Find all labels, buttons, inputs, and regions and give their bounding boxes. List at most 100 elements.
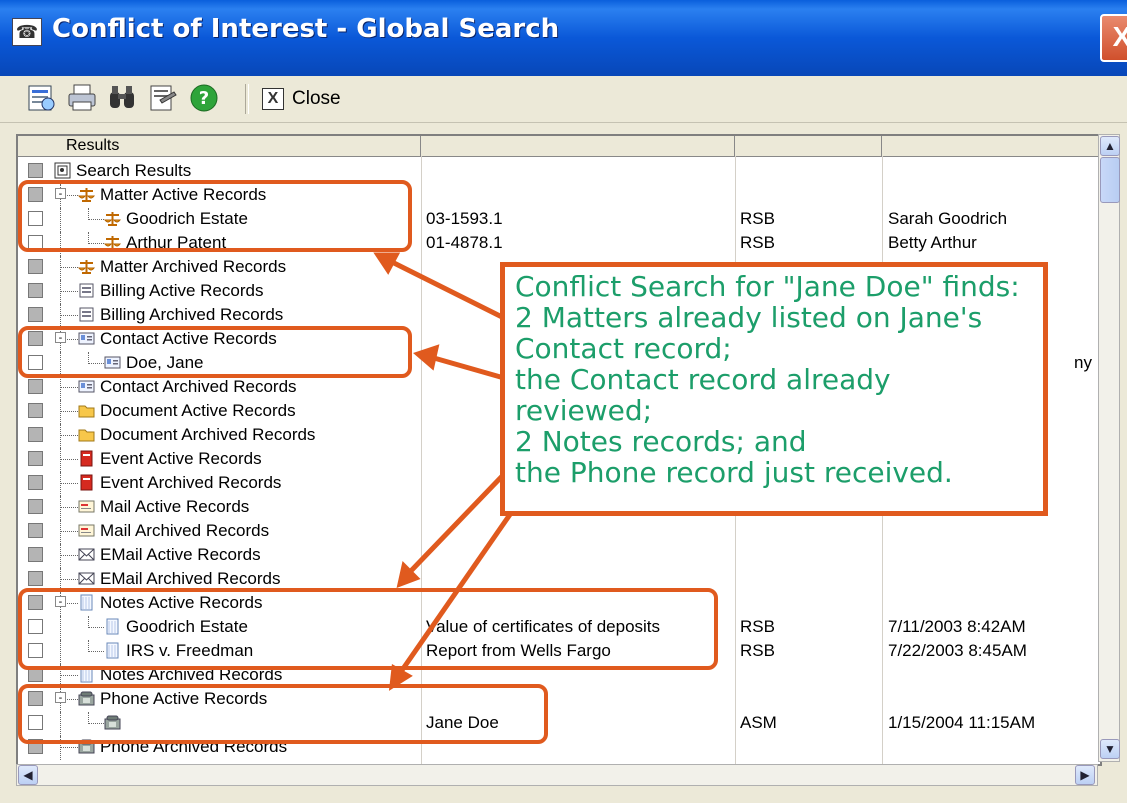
envelope-icon [78,548,95,561]
row-checkbox[interactable] [28,499,43,514]
tree-connector [60,531,78,533]
mail-icon [78,524,95,537]
tree-connector [60,400,62,424]
callout-line: Conflict Search for "Jane Doe" finds: [515,270,1020,303]
cell-detail: Betty Arthur [888,233,977,252]
find-binoculars-icon[interactable] [106,82,138,114]
cell-user: RSB [740,233,775,252]
tree-connector [60,448,62,472]
annotation-callout: Conflict Search for "Jane Doe" finds: 2 … [500,262,1048,516]
preview-icon[interactable] [26,82,58,114]
row-checkbox[interactable] [28,307,43,322]
row-checkbox[interactable] [28,379,43,394]
row-label: Mail Archived Records [100,521,270,540]
help-icon[interactable]: ? [188,82,220,114]
folder-icon [78,405,95,418]
tree-connector [60,256,62,280]
highlight-contact-records [18,326,412,378]
close-icon: X [262,88,284,110]
row-checkbox[interactable] [28,475,43,490]
row-checkbox[interactable] [28,451,43,466]
close-button[interactable]: X Close [262,84,341,114]
title-bar: ☎ Conflict of Interest - Global Search X [0,0,1127,76]
close-button-label: Close [292,88,341,109]
category-row[interactable]: Mail Archived Records [18,520,1100,544]
tree-connector [60,376,62,400]
grid-header: Results [18,136,1100,157]
scroll-right-icon[interactable]: ▶ [1075,765,1095,785]
tree-connector [60,747,78,749]
properties-icon[interactable] [146,82,178,114]
tree-connector [60,483,78,485]
scroll-up-icon[interactable]: ▲ [1100,136,1120,156]
callout-line: reviewed; [515,394,653,427]
highlight-matter-records [18,180,412,252]
category-row[interactable]: EMail Active Records [18,544,1100,568]
row-label: Search Results [76,161,192,180]
svg-text:?: ? [199,88,209,109]
cell-user: RSB [740,209,775,228]
tree-connector [60,291,78,293]
row-checkbox[interactable] [28,259,43,274]
scroll-down-icon[interactable]: ▼ [1100,739,1120,759]
tree-connector [60,459,78,461]
row-label: Billing Archived Records [100,305,284,324]
row-checkbox[interactable] [28,571,43,586]
row-checkbox[interactable] [28,427,43,442]
vertical-scrollbar[interactable]: ▲ ▼ [1098,134,1120,762]
cell-user: RSB [740,617,775,636]
cell-detail: Sarah Goodrich [888,209,1008,228]
horizontal-scrollbar[interactable]: ◀ ▶ [16,764,1098,786]
column-header-2[interactable] [421,136,735,156]
callout-line: Contact record; [515,332,732,365]
row-label: Document Active Records [100,401,296,420]
column-header-3[interactable] [735,136,882,156]
tree-connector [60,267,78,269]
app-icon: ☎ [12,18,42,46]
toolbar: ? X Close [0,76,1127,123]
row-label: EMail Archived Records [100,569,281,588]
callout-line: 2 Notes records; and [515,425,807,458]
callout-line: the Contact record already [515,363,891,396]
cell-user: ASM [740,713,777,732]
cell-detail: ny [1074,353,1092,372]
cell-user: RSB [740,641,775,660]
tree-connector [60,280,62,304]
cell-reference: 03-1593.1 [426,209,503,228]
tree-connector [60,675,78,677]
mail-icon [78,500,95,513]
tree-connector [60,472,62,496]
cell-detail: 7/11/2003 8:42AM [888,617,1026,636]
row-label: Contact Archived Records [100,377,297,396]
row-checkbox[interactable] [28,163,43,178]
tree-connector [60,435,78,437]
row-checkbox[interactable] [28,547,43,562]
scroll-left-icon[interactable]: ◀ [18,765,38,785]
row-label: Event Active Records [100,449,262,468]
row-checkbox[interactable] [28,283,43,298]
billing-icon [79,307,94,322]
row-label: Billing Active Records [100,281,264,300]
window-title: Conflict of Interest - Global Search [52,14,560,44]
row-checkbox[interactable] [28,403,43,418]
cell-detail: 7/22/2003 8:45AM [888,641,1027,660]
row-label: EMail Active Records [100,545,261,564]
tree-connector [60,579,78,581]
scroll-thumb[interactable] [1100,157,1120,203]
folder-icon [78,429,95,442]
tree-connector [60,387,78,389]
search-results-icon [54,162,71,179]
callout-line: 2 Matters already listed on Jane's [515,301,983,334]
row-label: Mail Active Records [100,497,250,516]
tree-connector [60,555,78,557]
window-close-button[interactable]: X [1100,14,1127,62]
tree-connector [60,544,62,568]
print-icon[interactable] [66,82,98,114]
cell-reference: 01-4878.1 [426,233,503,252]
column-header-4[interactable] [882,136,1100,156]
row-label: Document Archived Records [100,425,316,444]
contact-card-icon [78,380,95,393]
row-checkbox[interactable] [28,523,43,538]
tree-connector [60,424,62,448]
column-header-results[interactable]: Results [18,136,421,156]
